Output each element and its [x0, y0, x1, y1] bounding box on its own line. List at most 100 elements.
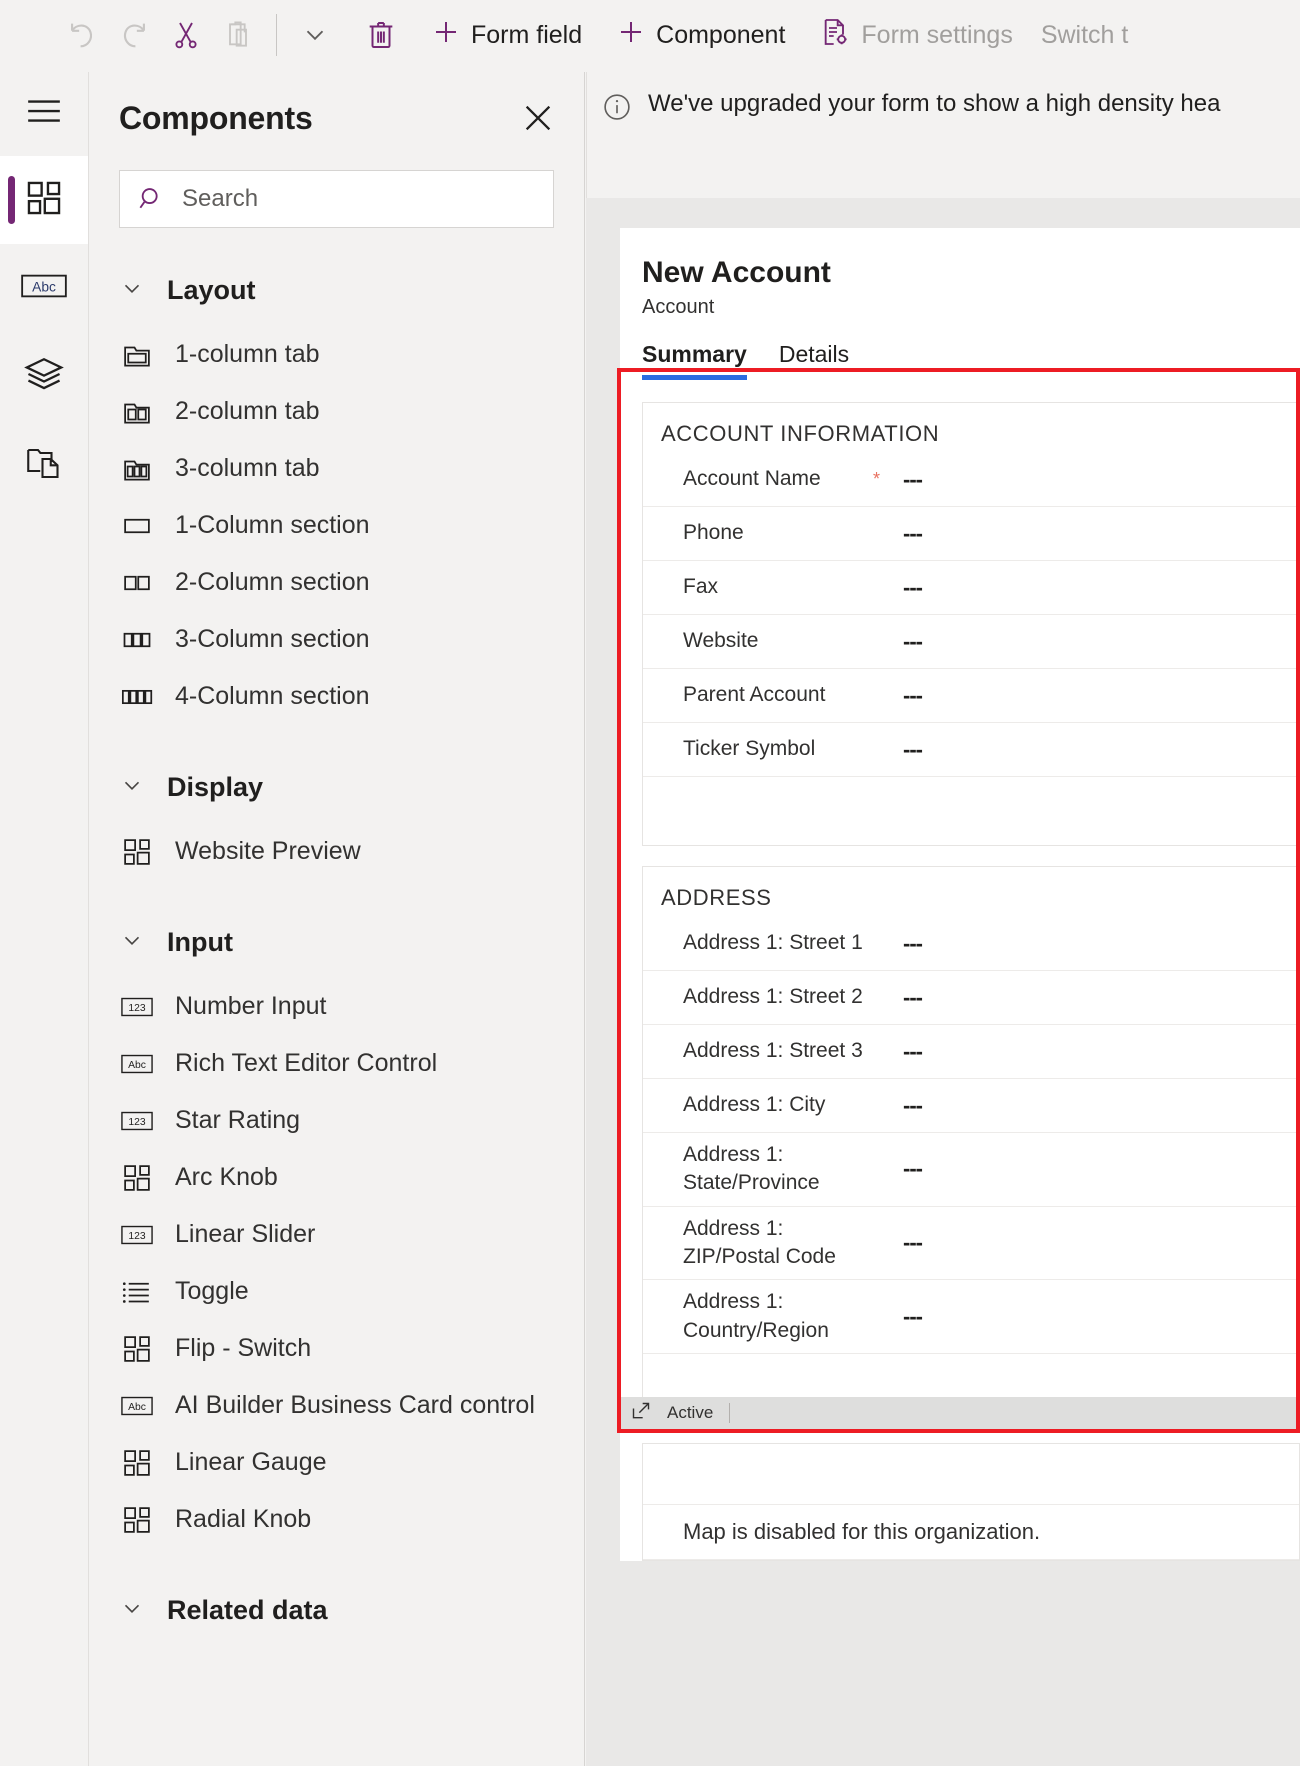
form-field-row[interactable]: Address 1: City --- — [643, 1079, 1299, 1133]
toolbar-divider — [276, 14, 277, 56]
rail-item-tree-view[interactable] — [0, 332, 88, 420]
chevron-down-icon — [119, 275, 145, 306]
component-item-label: Linear Slider — [175, 1220, 316, 1248]
form-field-row[interactable]: Address 1: Country/Region --- — [643, 1280, 1299, 1355]
component-item[interactable]: 1-Column section — [89, 497, 584, 554]
close-panel-button[interactable] — [518, 100, 558, 140]
numeric-123-icon: 123 — [121, 995, 153, 1019]
component-item[interactable]: 2-Column section — [89, 554, 584, 611]
form-field-row[interactable]: Address 1: Street 3 --- — [643, 1025, 1299, 1079]
field-value: --- — [903, 682, 923, 708]
group-header-display[interactable]: Display — [89, 761, 584, 813]
field-value: --- — [903, 1303, 923, 1329]
tab-details[interactable]: Details — [779, 341, 849, 380]
form-field-row[interactable]: Address 1: ZIP/Postal Code --- — [643, 1207, 1299, 1281]
search-box[interactable] — [119, 170, 554, 228]
components-grid-icon — [121, 1505, 153, 1535]
field-value: --- — [903, 520, 923, 546]
switch-button[interactable]: Switch t — [1031, 7, 1139, 63]
layers-icon — [24, 356, 64, 397]
scissors-icon — [170, 19, 202, 51]
info-circle-icon — [602, 92, 632, 127]
component-item[interactable]: Radial Knob — [89, 1491, 584, 1548]
field-label: Phone — [683, 521, 744, 545]
components-grid-icon — [121, 837, 153, 867]
form-field-row[interactable]: Address 1: Street 1 --- — [643, 917, 1299, 971]
abc-box-icon: Abc — [121, 1052, 153, 1076]
section-drop-area[interactable] — [643, 777, 1299, 825]
component-item[interactable]: Arc Knob — [89, 1149, 584, 1206]
form-tabs: Summary Details — [620, 319, 1300, 380]
plus-icon — [431, 17, 461, 54]
component-item[interactable]: 1-column tab — [89, 326, 584, 383]
field-label: Address 1: Street 3 — [683, 1039, 863, 1063]
form-field-row[interactable]: Fax --- — [643, 561, 1299, 615]
component-item[interactable]: 3-Column section — [89, 611, 584, 668]
group-header-layout[interactable]: Layout — [89, 264, 584, 316]
form-settings-icon — [819, 16, 851, 55]
section-drop-area[interactable] — [643, 1354, 1299, 1402]
component-item[interactable]: 123 Number Input — [89, 978, 584, 1035]
list-lines-icon — [121, 1279, 153, 1305]
rail-item-components[interactable] — [0, 156, 88, 244]
form-section[interactable]: ADDRESS Address 1: Street 1 --- Address 1:… — [642, 866, 1300, 1424]
form-field-row[interactable]: Address 1: Street 2 --- — [643, 971, 1299, 1025]
rail-item-form-library[interactable] — [0, 420, 88, 508]
component-item-label: Arc Knob — [175, 1163, 278, 1191]
group-header-related-data[interactable]: Related data — [89, 1584, 584, 1636]
group-title: Layout — [167, 274, 256, 305]
form-field-row[interactable]: Parent Account --- — [643, 669, 1299, 723]
components-grid-icon — [121, 1448, 153, 1478]
form-field-row[interactable]: Account Name * --- — [643, 453, 1299, 507]
form-field-row[interactable]: Address 1: State/Province --- — [643, 1133, 1299, 1207]
svg-text:123: 123 — [128, 1117, 146, 1128]
add-component-button[interactable]: Component — [606, 7, 795, 63]
component-item[interactable]: 3-column tab — [89, 440, 584, 497]
section-3col-icon — [121, 625, 153, 655]
tab-1col-icon — [121, 340, 153, 370]
search-input[interactable] — [182, 185, 535, 213]
paste-button[interactable] — [212, 7, 264, 63]
numeric-123-icon: 123 — [121, 1223, 153, 1247]
overflow-button[interactable] — [289, 7, 341, 63]
component-item[interactable]: Toggle — [89, 1263, 584, 1320]
map-spacer — [643, 1470, 1299, 1504]
form-field-row[interactable]: Phone --- — [643, 507, 1299, 561]
cut-button[interactable] — [160, 7, 212, 63]
redo-button[interactable] — [108, 7, 160, 63]
add-form-field-button[interactable]: Form field — [421, 7, 592, 63]
component-item[interactable]: Website Preview — [89, 823, 584, 880]
component-item-label: 3-Column section — [175, 625, 370, 653]
delete-button[interactable] — [355, 7, 407, 63]
component-item[interactable]: 123 Linear Slider — [89, 1206, 584, 1263]
component-item[interactable]: Abc Rich Text Editor Control — [89, 1035, 584, 1092]
form-sections: ACCOUNT INFORMATION Account Name * --- Pho… — [620, 380, 1300, 1424]
tab-2col-icon — [121, 397, 153, 427]
component-item[interactable]: Abc AI Builder Business Card control — [89, 1377, 584, 1434]
switch-label: Switch t — [1040, 20, 1129, 49]
undo-button[interactable] — [56, 7, 108, 63]
component-item[interactable]: Linear Gauge — [89, 1434, 584, 1491]
component-list: Website Preview — [89, 823, 584, 880]
form-field-row[interactable]: Ticker Symbol --- — [643, 723, 1299, 777]
component-groups: Layout 1-column tab 2-column tab 3-colum… — [89, 264, 584, 1636]
group-title: Related data — [167, 1594, 328, 1625]
rail-item-hamburger[interactable] — [0, 70, 88, 156]
form-settings-label: Form settings — [861, 20, 1013, 49]
form-section[interactable]: ACCOUNT INFORMATION Account Name * --- Pho… — [642, 402, 1300, 846]
rail-item-fields[interactable]: Abc — [0, 244, 88, 332]
field-value: --- — [903, 1230, 923, 1256]
group-header-input[interactable]: Input — [89, 916, 584, 968]
plus-icon — [616, 17, 646, 54]
component-item[interactable]: 2-column tab — [89, 383, 584, 440]
component-item[interactable]: 123 Star Rating — [89, 1092, 584, 1149]
tab-summary[interactable]: Summary — [642, 341, 747, 380]
form-settings-button[interactable]: Form settings — [809, 7, 1022, 63]
component-item[interactable]: Flip - Switch — [89, 1320, 584, 1377]
component-item[interactable]: 4-Column section — [89, 668, 584, 725]
popout-icon[interactable] — [631, 1401, 651, 1426]
field-value: --- — [903, 574, 923, 600]
copy-folder-icon — [25, 444, 63, 485]
form-field-row[interactable]: Website --- — [643, 615, 1299, 669]
map-disabled-message: Map is disabled for this organization. — [643, 1504, 1299, 1561]
